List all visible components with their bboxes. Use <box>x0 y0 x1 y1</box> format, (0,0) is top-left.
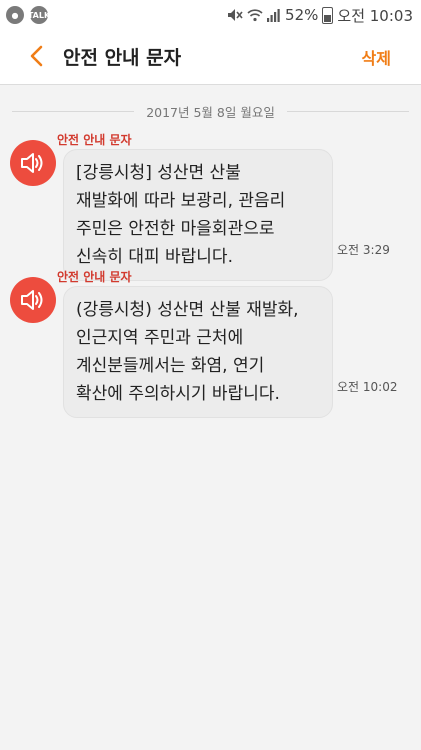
delete-button[interactable]: 삭제 <box>362 45 391 69</box>
status-right: 52% 오전 10:03 <box>227 4 413 26</box>
divider-line-right <box>286 110 410 112</box>
back-button[interactable] <box>22 42 50 70</box>
chevron-left-icon <box>30 45 43 67</box>
message-time: 오전 3:29 <box>337 243 390 257</box>
date-divider: 2017년 5월 8일 월요일 <box>0 103 421 120</box>
message-bubble[interactable]: [강릉시청] 성산면 산불 재발화에 따라 보광리, 관음리 주민은 안전한 마… <box>63 149 333 281</box>
speaker-icon <box>21 153 43 173</box>
message-bubble[interactable]: (강릉시청) 성산면 산불 재발화, 인근지역 주민과 근처에 계신분들께서는 … <box>63 286 333 418</box>
kakaotalk-icon: TALK <box>28 6 50 24</box>
mute-icon <box>228 9 243 21</box>
alert-avatar[interactable] <box>10 140 56 186</box>
alert-avatar[interactable] <box>10 277 56 323</box>
speaker-icon <box>21 290 43 310</box>
message-list[interactable]: 2017년 5월 8일 월요일 안전 안내 문자 [강릉시청] 성산면 산불 재… <box>0 85 421 750</box>
battery-icon <box>322 6 334 24</box>
message-time: 오전 10:02 <box>337 380 398 394</box>
battery-percent: 52% <box>285 6 319 24</box>
date-label: 2017년 5월 8일 월요일 <box>146 104 275 120</box>
wifi-icon <box>247 9 263 22</box>
signal-icon <box>267 9 280 22</box>
app-header: 안전 안내 문자 삭제 <box>0 30 421 85</box>
status-bar: ● TALK 52% 오전 10:03 <box>0 0 421 30</box>
message-sender: 안전 안내 문자 <box>57 133 132 147</box>
message-sender: 안전 안내 문자 <box>57 270 132 284</box>
page-title: 안전 안내 문자 <box>63 47 182 69</box>
status-left-icons: ● TALK <box>6 6 50 24</box>
status-time: 오전 10:03 <box>337 6 413 25</box>
divider-line-left <box>12 110 135 112</box>
app-notification-icon: ● <box>6 6 24 24</box>
